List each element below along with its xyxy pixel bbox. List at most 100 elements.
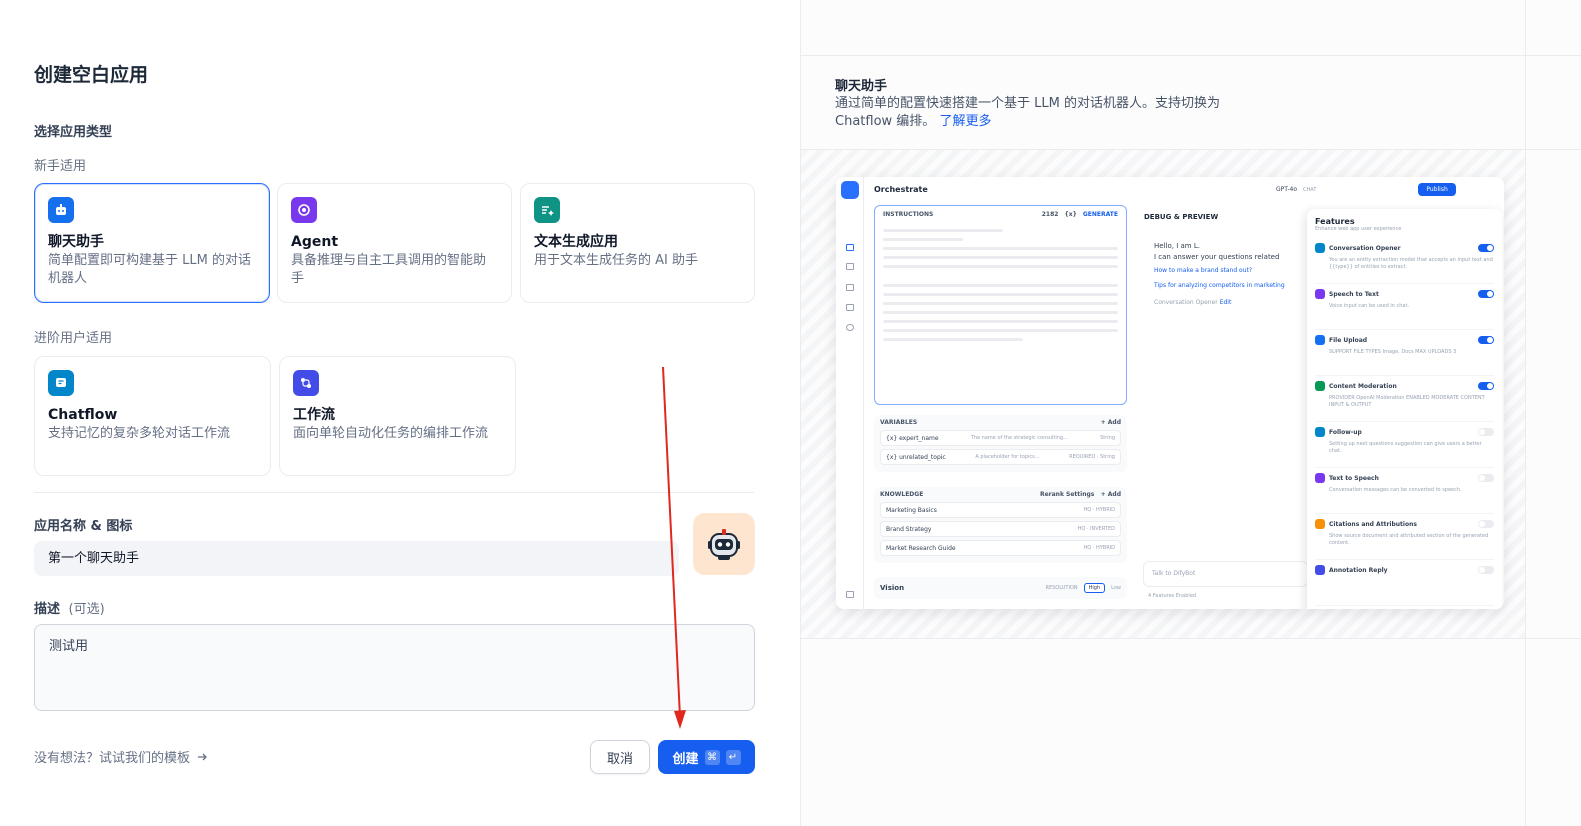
rail-icon [846,591,854,598]
feature-item: Annotation Reply [1315,560,1494,606]
feature-desc: SUPPORT FILE TYPES Image, Docs MAX UPLOA… [1329,349,1457,355]
feature-name: Follow-up [1329,428,1362,436]
grid-line [1525,0,1526,826]
cancel-button[interactable]: 取消 [590,740,650,774]
opener-edit: Edit [1219,299,1232,306]
app-type-card-chatflow[interactable]: Chatflow 支持记忆的复杂多轮对话工作流 [34,356,271,476]
feature-toggle [1478,336,1494,344]
variable-name: {x} expert_name [886,434,939,442]
workflow-icon [293,370,319,396]
feature-toggle [1478,566,1494,574]
resolution-high: High [1083,583,1106,593]
preview-header: Orchestrate [874,185,928,194]
beginner-label: 新手适用 [34,159,87,174]
feature-desc: Voice input can be used in chat. [1329,303,1410,309]
variable-hint: A placeholder for topics... [975,454,1040,460]
card-desc: 具备推理与自主工具调用的智能助手 [291,253,487,286]
knowledge-name: Brand Strategy [886,525,932,533]
feature-icon [1315,427,1325,437]
desc-optional-label: (可选) [68,602,105,617]
feature-icon [1315,289,1325,299]
app-type-card-text-generation[interactable]: 文本生成应用 用于文本生成任务的 AI 助手 [520,183,755,303]
app-icon-picker[interactable] [693,513,755,575]
card-desc: 支持记忆的复杂多轮对话工作流 [48,426,231,441]
arrow-right-icon [198,753,207,760]
generate-label: GENERATE [1082,211,1118,218]
features-enabled: 4 Features Enabled [1148,593,1197,599]
chat-intro: I can answer your questions related [1154,253,1280,261]
features-list: Conversation Opener You are an entity ext… [1315,238,1494,606]
feature-icon [1315,519,1325,529]
variables-title: VARIABLES [880,419,918,426]
preview-topbar: GPT-4o CHAT Publish [1276,183,1456,196]
variables-add: + Add [1100,419,1121,426]
knowledge-block: KNOWLEDGE Rerank Settings + Add Marketing… [874,487,1127,563]
knowledge-add: + Add [1100,491,1121,498]
knowledge-tag: HQ · INVERTED [1077,526,1115,532]
chat-suggestion: How to make a brand stand out? [1154,267,1253,274]
chat-suggestion: Tips for analyzing competitors in market… [1154,282,1285,289]
cmd-key-icon: ⌘ [704,749,720,765]
feature-icon [1315,243,1325,253]
rail-icon [846,304,854,311]
rerank-settings: Rerank Settings [1039,491,1095,498]
debug-title: DEBUG & PREVIEW [1144,213,1219,221]
knowledge-row: Brand Strategy HQ · INVERTED [880,521,1121,537]
instructions-variable-icon: {x} [1064,211,1077,218]
desc-label: 描述 [34,602,61,617]
variable-row: {x} expert_name The name of the strategic… [880,430,1121,446]
feature-item: Follow-up Setting up next questions sugge… [1315,422,1494,468]
variable-name: {x} unrelated_topic [886,453,946,461]
feature-name: Speech to Text [1329,290,1379,298]
card-title: Chatflow [48,407,118,423]
feature-item: Speech to Text Voice input can be used in… [1315,284,1494,330]
feature-icon [1315,335,1325,345]
text-generation-icon [534,197,560,223]
learn-more-link[interactable]: 了解更多 [939,114,991,129]
template-link[interactable]: 没有想法？试试我们的模板 [34,747,208,766]
feature-item: Conversation Opener You are an entity ext… [1315,238,1494,284]
instructions-box: INSTRUCTIONS 2182 {x} GENERATE [874,205,1127,405]
create-button[interactable]: 创建 ⌘ ↵ [658,740,755,774]
section-divider [34,492,754,493]
model-name: GPT-4o [1276,186,1298,193]
description-textarea[interactable]: 测试用 [34,624,755,711]
feature-name: Annotation Reply [1329,566,1388,574]
knowledge-name: Marketing Basics [886,506,937,514]
features-panel: Features Enhance web app user experience… [1307,209,1502,609]
rail-icon [846,284,854,291]
rail-icon [846,324,854,331]
card-desc: 简单配置即可构建基于 LLM 的对话机器人 [48,253,251,286]
form-panel: 创建空白应用 选择应用类型 新手适用 聊天助手 简单配置即可构建基于 LLM 的… [0,0,800,826]
app-type-section-title: 选择应用类型 [34,125,113,140]
grid-line [801,55,1581,56]
card-title: 文本生成应用 [534,234,618,250]
rail-icon [846,263,854,270]
feature-icon [1315,473,1325,483]
variable-hint: The name of the strategic consulting... [970,435,1068,441]
feature-item: Text to Speech Conversation messages can … [1315,468,1494,514]
robot-avatar-icon [708,529,740,560]
feature-item: Content Moderation PROVIDER OpenAI Modera… [1315,376,1494,422]
template-link-text: 没有想法？试试我们的模板 [34,751,191,766]
chat-hello: Hello, I am L. [1154,242,1200,250]
variable-tag: REQUIRED · String [1069,454,1115,460]
chat-input: Talk to DifyBot [1143,561,1308,587]
chatflow-icon [48,370,74,396]
card-title: 聊天助手 [48,234,104,250]
card-title: Agent [291,234,339,250]
app-name-input[interactable]: 第一个聊天助手 [34,541,679,576]
app-type-card-workflow[interactable]: 工作流 面向单轮自动化任务的编排工作流 [279,356,516,476]
publish-button: Publish [1418,183,1456,196]
app-type-card-agent[interactable]: Agent 具备推理与自主工具调用的智能助手 [277,183,512,303]
feature-icon [1315,565,1325,575]
create-button-label: 创建 [672,751,699,767]
app-type-card-chat-assistant[interactable]: 聊天助手 简单配置即可构建基于 LLM 的对话机器人 [34,183,270,303]
knowledge-row: Marketing Basics HQ · HYBRID [880,502,1121,518]
features-subtitle: Enhance web app user experience [1315,226,1402,232]
feature-toggle [1478,520,1494,528]
feature-desc: Show source document and attributed sect… [1329,533,1489,546]
preview-rail [836,177,864,609]
rail-icon [846,244,854,251]
page-title: 创建空白应用 [34,64,149,86]
